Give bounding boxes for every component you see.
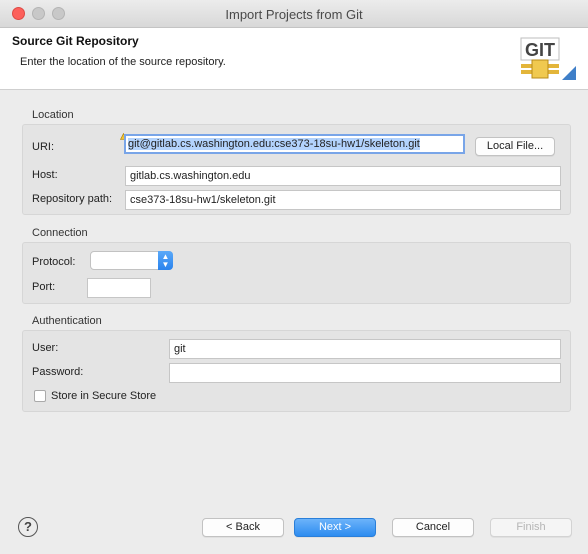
port-input[interactable] <box>87 278 151 298</box>
window-title: Import Projects from Git <box>225 7 363 22</box>
git-logo-text: GIT <box>525 40 555 60</box>
password-input[interactable] <box>169 363 561 383</box>
git-logo-icon: GIT <box>520 37 576 80</box>
uri-input-value: git@gitlab.cs.washington.edu:cse373-18su… <box>128 138 420 150</box>
window-titlebar: Import Projects from Git <box>0 0 588 28</box>
host-label: Host: <box>32 169 58 181</box>
protocol-select[interactable]: ▲ ▼ <box>90 251 173 270</box>
back-button[interactable]: < Back <box>202 518 284 537</box>
finish-button[interactable]: Finish <box>490 518 572 537</box>
store-secure-checkbox[interactable] <box>34 390 46 402</box>
page-title: Source Git Repository <box>12 34 139 48</box>
protocol-label: Protocol: <box>32 256 76 268</box>
uri-input[interactable]: git@gitlab.cs.washington.edu:cse373-18su… <box>124 134 465 154</box>
repository-path-label: Repository path: <box>32 193 113 205</box>
page-description: Enter the location of the source reposit… <box>20 56 226 68</box>
local-file-button[interactable]: Local File... <box>475 137 555 156</box>
password-label: Password: <box>32 366 84 378</box>
store-secure-label[interactable]: Store in Secure Store <box>51 390 156 402</box>
port-label: Port: <box>32 281 56 293</box>
wizard-header: Source Git Repository Enter the location… <box>0 28 588 90</box>
connection-group-title: Connection <box>32 227 88 239</box>
user-label: User: <box>32 342 59 354</box>
user-input[interactable]: git <box>169 339 561 359</box>
help-icon[interactable]: ? <box>18 517 38 537</box>
chevron-up-down-icon: ▲ ▼ <box>158 251 173 270</box>
location-group-title: Location <box>32 109 74 121</box>
authentication-group-title: Authentication <box>32 315 102 327</box>
cancel-button[interactable]: Cancel <box>392 518 474 537</box>
repository-path-input[interactable]: cse373-18su-hw1/skeleton.git <box>125 190 561 210</box>
uri-label: URI: <box>32 141 54 153</box>
next-button[interactable]: Next > <box>294 518 376 537</box>
host-input[interactable]: gitlab.cs.washington.edu <box>125 166 561 186</box>
